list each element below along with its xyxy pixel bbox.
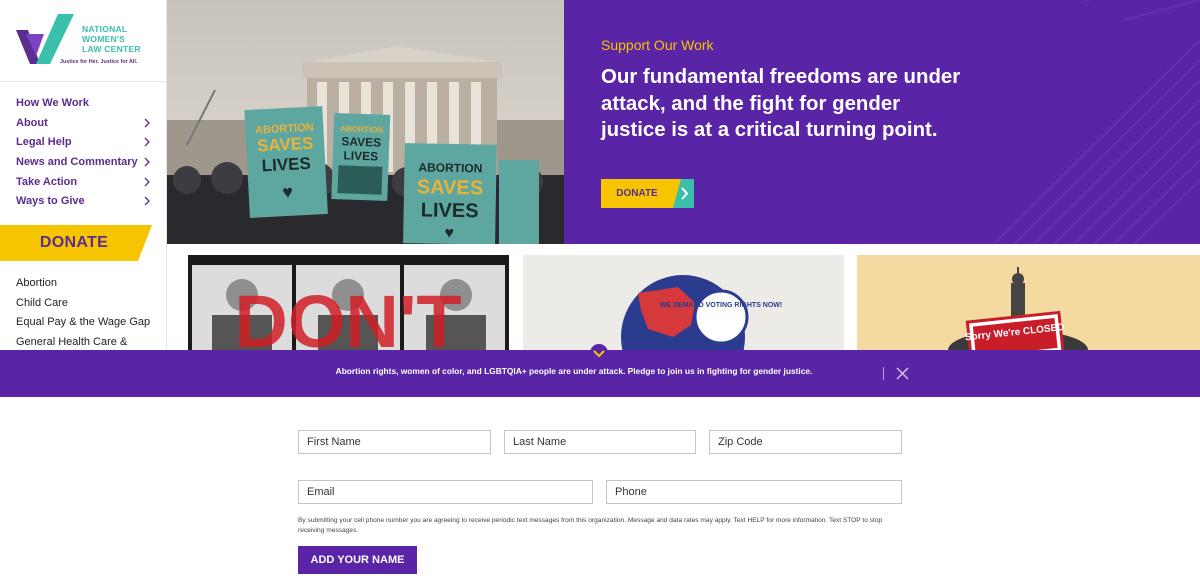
sidebar-divider: [0, 81, 167, 82]
svg-text:SAVES: SAVES: [341, 134, 381, 149]
logo-line-3: LAW CENTER: [82, 44, 141, 54]
logo-line-2: WOMEN'S: [82, 34, 126, 44]
pledge-message: Abortion rights, women of color, and LGB…: [335, 366, 813, 376]
svg-text:♥: ♥: [444, 225, 454, 242]
news-card-3-image: Sorry We're CLOSED: [857, 255, 1200, 350]
chevron-right-icon: [144, 157, 150, 167]
nav-item-label: News and Commentary: [16, 156, 138, 169]
sms-disclaimer: By submitting your cell phone number you…: [298, 517, 883, 534]
pledge-form: By submitting your cell phone number you…: [0, 397, 1200, 587]
topic-link-abortion[interactable]: Abortion: [16, 277, 161, 297]
nav-item-label: Ways to Give: [16, 195, 85, 208]
chevron-right-icon: [144, 177, 150, 187]
nav-item-label: About: [16, 116, 48, 129]
svg-text:ABORTION: ABORTION: [418, 160, 482, 175]
hero-headline: Our fundamental freedoms are under attac…: [601, 66, 961, 141]
main-nav: How We Work About Legal Help News and Co…: [16, 96, 156, 214]
arrow-right-icon: [673, 179, 694, 208]
hero-panel: Support Our Work Our fundamental freedom…: [564, 0, 1200, 244]
add-your-name-button[interactable]: ADD YOUR NAME: [298, 546, 417, 574]
svg-text:ABORTION: ABORTION: [340, 124, 383, 134]
svg-text:LIVES: LIVES: [261, 154, 311, 176]
sidebar-donate-label: DONATE: [39, 234, 109, 251]
svg-text:SAVES: SAVES: [417, 176, 484, 199]
hero-photo-illustration: ABORTION SAVES LIVES ♥ ABORTION SAVES LI…: [167, 0, 564, 244]
topic-list: Abortion Child Care Equal Pay & the Wage…: [16, 277, 161, 355]
logo-tagline: Justice for Her. Justice for All.: [60, 59, 138, 65]
nav-item-label: How We Work: [16, 97, 89, 109]
news-card-1-image: DON'T: [188, 255, 509, 350]
last-name-field[interactable]: [504, 430, 696, 454]
news-card-2[interactable]: WE DEMAND VOTING RIGHTS NOW!: [523, 255, 844, 350]
nav-item-ways-to-give[interactable]: Ways to Give: [16, 194, 156, 214]
svg-text:LIVES: LIVES: [421, 199, 479, 222]
page: NATIONAL WOMEN'S LAW CENTER Justice for …: [0, 0, 1200, 587]
sidebar-donate-button[interactable]: DONATE: [0, 225, 152, 261]
email-field[interactable]: [298, 480, 593, 504]
first-name-field[interactable]: [298, 430, 491, 454]
svg-text:SAVES: SAVES: [257, 134, 314, 156]
news-card-1[interactable]: DON'T: [188, 255, 509, 350]
sidebar: NATIONAL WOMEN'S LAW CENTER Justice for …: [0, 0, 167, 350]
nav-item-label: Take Action: [16, 175, 78, 188]
nav-item-news-and-commentary[interactable]: News and Commentary: [16, 155, 156, 175]
nav-item-take-action[interactable]: Take Action: [16, 175, 156, 195]
svg-text:♥: ♥: [282, 182, 294, 203]
logo[interactable]: NATIONAL WOMEN'S LAW CENTER Justice for …: [14, 12, 159, 70]
close-icon[interactable]: [895, 366, 910, 381]
news-card-1-graphic-text: DON'T: [234, 280, 461, 350]
news-card-3[interactable]: Sorry We're CLOSED: [857, 255, 1200, 350]
pledge-divider: [883, 367, 884, 380]
chevron-right-icon: [144, 137, 150, 147]
hero-donate-button[interactable]: DONATE: [601, 179, 694, 208]
hero-donate-label: DONATE: [601, 179, 673, 208]
chevron-right-icon: [144, 196, 150, 206]
logo-line-1: NATIONAL: [82, 24, 128, 34]
zip-code-field[interactable]: [709, 430, 902, 454]
nav-item-about[interactable]: About: [16, 116, 156, 136]
hero-photo: ABORTION SAVES LIVES ♥ ABORTION SAVES LI…: [167, 0, 564, 244]
news-card-2-graphic-text: WE DEMAND VOTING RIGHTS NOW!: [660, 302, 783, 309]
chevron-right-icon: [144, 118, 150, 128]
nav-item-label: Legal Help: [16, 136, 72, 149]
svg-text:LIVES: LIVES: [343, 148, 378, 163]
topic-link-equal-pay[interactable]: Equal Pay & the Wage Gap: [16, 316, 161, 336]
nav-item-legal-help[interactable]: Legal Help: [16, 135, 156, 155]
nav-item-how-we-work[interactable]: How We Work: [16, 96, 156, 116]
news-card-2-image: WE DEMAND VOTING RIGHTS NOW!: [523, 255, 844, 350]
phone-field[interactable]: [606, 480, 902, 504]
chevron-down-icon[interactable]: [586, 340, 612, 362]
hero-eyebrow: Support Our Work: [601, 37, 714, 53]
topic-link-child-care[interactable]: Child Care: [16, 297, 161, 317]
logo-wordmark: NATIONAL WOMEN'S LAW CENTER: [82, 24, 162, 54]
